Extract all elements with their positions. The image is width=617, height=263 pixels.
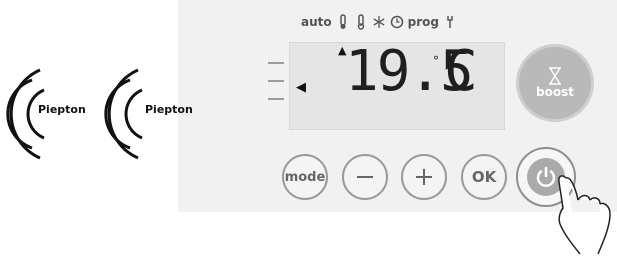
hand-pointer-icon: [558, 175, 611, 255]
prog-indicator: prog: [407, 15, 439, 29]
degree-symbol: °: [433, 54, 439, 68]
beep-label: Piepton: [145, 103, 193, 116]
wrench-icon: [443, 14, 457, 30]
level-dash: [268, 80, 284, 82]
boost-label: boost: [536, 85, 574, 99]
mode-indicator-row: auto prog: [301, 12, 457, 32]
hourglass-icon: [549, 67, 561, 85]
thermometer-comfort-icon: [336, 14, 350, 30]
beep-signal-icon: [104, 68, 143, 160]
boost-button[interactable]: boost: [516, 44, 594, 122]
plus-icon: [416, 169, 432, 185]
minus-icon: [357, 176, 373, 178]
clock-icon: [390, 14, 404, 30]
ok-label: OK: [471, 168, 497, 186]
minus-button[interactable]: [342, 154, 388, 200]
plus-button[interactable]: [401, 154, 447, 200]
mode-label: mode: [284, 169, 326, 185]
auto-indicator: auto: [301, 15, 332, 29]
level-dash: [268, 62, 284, 64]
thermometer-eco-icon: [354, 14, 368, 30]
mode-button[interactable]: mode: [282, 154, 328, 200]
snowflake-icon: [372, 14, 386, 30]
ok-button[interactable]: OK: [461, 154, 507, 200]
temperature-unit: C: [444, 39, 478, 104]
beep-label: Piepton: [38, 103, 86, 116]
level-dash: [268, 98, 284, 100]
arrow-left-indicator: ◀: [296, 80, 306, 95]
